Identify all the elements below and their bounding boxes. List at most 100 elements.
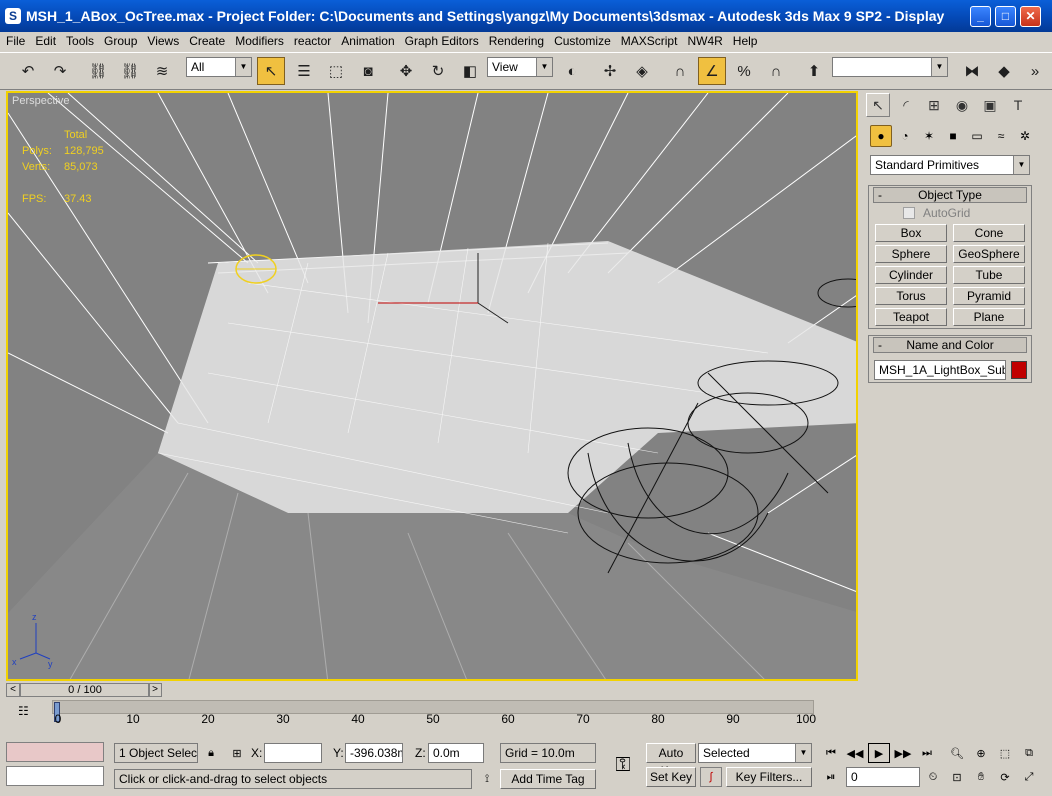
snaps-toggle-icon[interactable]: ∩ bbox=[666, 57, 694, 85]
app-icon[interactable]: S bbox=[5, 8, 21, 24]
helpers-icon[interactable]: ▭ bbox=[966, 125, 988, 147]
named-selection-sets-dropdown[interactable]: ▼ bbox=[832, 57, 948, 77]
zoom-extents-all-icon[interactable]: ⧉ bbox=[1018, 743, 1040, 763]
name-and-color-header[interactable]: - Name and Color bbox=[873, 337, 1027, 353]
play-icon[interactable]: ▶ bbox=[868, 743, 890, 763]
create-tab-icon[interactable]: ↖ bbox=[866, 93, 890, 117]
time-slider-thumb[interactable]: 0 / 100 bbox=[20, 683, 150, 697]
window-crossing-icon[interactable]: ◙ bbox=[354, 57, 382, 85]
menu-help[interactable]: Help bbox=[733, 34, 758, 48]
cameras-icon[interactable]: ■ bbox=[942, 125, 964, 147]
utilities-tab-icon[interactable]: T bbox=[1006, 93, 1030, 117]
menu-group[interactable]: Group bbox=[104, 34, 137, 48]
previous-frame-icon[interactable]: ◀◀ bbox=[844, 743, 866, 763]
open-mini-curve-editor-icon[interactable]: ☷ bbox=[18, 704, 38, 722]
select-and-link-icon[interactable]: ⛓ bbox=[84, 57, 112, 85]
unlink-icon[interactable]: ⛓ bbox=[116, 57, 144, 85]
box-button[interactable]: Box bbox=[875, 224, 947, 242]
set-key-button[interactable]: Set Key bbox=[646, 767, 696, 787]
spinner-snap-icon[interactable]: ∩ bbox=[762, 57, 790, 85]
modify-tab-icon[interactable]: ◜ bbox=[894, 93, 918, 117]
geosphere-button[interactable]: GeoSphere bbox=[953, 245, 1025, 263]
menu-create[interactable]: Create bbox=[189, 34, 225, 48]
menu-modifiers[interactable]: Modifiers bbox=[235, 34, 284, 48]
teapot-button[interactable]: Teapot bbox=[875, 308, 947, 326]
menu-reactor[interactable]: reactor bbox=[294, 34, 331, 48]
select-and-rotate-icon[interactable]: ↻ bbox=[424, 57, 452, 85]
select-and-scale-icon[interactable]: ◧ bbox=[456, 57, 484, 85]
plane-button[interactable]: Plane bbox=[953, 308, 1025, 326]
select-and-manipulate-icon[interactable]: ✢ bbox=[596, 57, 624, 85]
menu-views[interactable]: Views bbox=[147, 34, 179, 48]
selection-lock-icon[interactable]: 🔒︎ bbox=[200, 743, 222, 763]
autogrid-checkbox[interactable]: AutoGrid bbox=[903, 206, 970, 220]
current-frame-field[interactable]: 0 bbox=[846, 767, 920, 787]
time-tag-icon[interactable]: ⟟ bbox=[476, 769, 498, 789]
menu-animation[interactable]: Animation bbox=[341, 34, 394, 48]
torus-button[interactable]: Torus bbox=[875, 287, 947, 305]
add-time-tag-button[interactable]: Add Time Tag bbox=[500, 769, 596, 789]
absolute-mode-icon[interactable]: ⊞ bbox=[226, 743, 248, 763]
pan-view-icon[interactable]: ✋︎ bbox=[970, 767, 992, 787]
sphere-button[interactable]: Sphere bbox=[875, 245, 947, 263]
arc-rotate-icon[interactable]: ⟳ bbox=[994, 767, 1016, 787]
pyramid-button[interactable]: Pyramid bbox=[953, 287, 1025, 305]
percent-snap-icon[interactable]: % bbox=[730, 57, 758, 85]
object-category-dropdown[interactable]: Standard Primitives ▼ bbox=[870, 155, 1030, 175]
viewport-label[interactable]: Perspective bbox=[12, 95, 69, 107]
menu-rendering[interactable]: Rendering bbox=[489, 34, 544, 48]
go-to-start-icon[interactable]: ⏮ bbox=[820, 743, 842, 763]
keyboard-shortcut-override-icon[interactable]: ◈ bbox=[628, 57, 656, 85]
field-of-view-icon[interactable]: ⊡ bbox=[946, 767, 968, 787]
default-in-out-tangent-icon[interactable]: ∫ bbox=[700, 767, 722, 787]
space-warps-icon[interactable]: ≈ bbox=[990, 125, 1012, 147]
redo-icon[interactable]: ↷ bbox=[46, 57, 74, 85]
hierarchy-tab-icon[interactable]: ⊞ bbox=[922, 93, 946, 117]
object-name-field[interactable]: MSH_1A_LightBox_Sub[5] bbox=[874, 360, 1006, 380]
motion-tab-icon[interactable]: ◉ bbox=[950, 93, 974, 117]
zoom-extents-icon[interactable]: ⬚ bbox=[994, 743, 1016, 763]
geometry-icon[interactable]: ● bbox=[870, 125, 892, 147]
track-bar[interactable]: 0 10 20 30 40 50 60 70 80 90 100 bbox=[52, 700, 816, 730]
menu-file[interactable]: File bbox=[6, 34, 25, 48]
undo-icon[interactable]: ↶ bbox=[14, 57, 42, 85]
maxscript-listener-pink[interactable] bbox=[6, 742, 104, 762]
menu-graph-editors[interactable]: Graph Editors bbox=[405, 34, 479, 48]
auto-key-button[interactable]: Auto Key bbox=[646, 743, 696, 778]
object-color-swatch[interactable] bbox=[1011, 361, 1027, 379]
select-and-move-icon[interactable]: ✥ bbox=[392, 57, 420, 85]
align-icon[interactable]: ◆ bbox=[990, 57, 1018, 85]
time-slider-next-button[interactable]: > bbox=[148, 683, 162, 697]
set-key-icon[interactable]: ⚿ bbox=[606, 750, 640, 780]
y-coordinate-field[interactable]: -396.038m bbox=[345, 743, 403, 763]
lights-icon[interactable]: ✶ bbox=[918, 125, 940, 147]
toolbar-more-icon[interactable]: » bbox=[1024, 57, 1046, 85]
menu-tools[interactable]: Tools bbox=[66, 34, 94, 48]
key-mode-toggle-icon[interactable]: ⏯ bbox=[820, 767, 842, 787]
edit-named-selection-icon[interactable]: ⬆ bbox=[800, 57, 828, 85]
zoom-icon[interactable]: 🔍︎ bbox=[946, 743, 968, 763]
maximize-button[interactable]: □ bbox=[995, 6, 1016, 27]
menu-maxscript[interactable]: MAXScript bbox=[621, 34, 678, 48]
pivot-center-icon[interactable]: ◐ bbox=[558, 57, 586, 85]
tube-button[interactable]: Tube bbox=[953, 266, 1025, 284]
systems-icon[interactable]: ✲ bbox=[1014, 125, 1036, 147]
menu-customize[interactable]: Customize bbox=[554, 34, 611, 48]
menu-edit[interactable]: Edit bbox=[35, 34, 56, 48]
key-filters-button[interactable]: Key Filters... bbox=[726, 767, 812, 787]
maxscript-listener-white[interactable] bbox=[6, 766, 104, 786]
select-object-icon[interactable]: ↖ bbox=[257, 57, 285, 85]
zoom-all-icon[interactable]: ⊕ bbox=[970, 743, 992, 763]
next-frame-icon[interactable]: ▶▶ bbox=[892, 743, 914, 763]
cone-button[interactable]: Cone bbox=[953, 224, 1025, 242]
rectangular-selection-icon[interactable]: ⬚ bbox=[322, 57, 350, 85]
close-button[interactable]: ✕ bbox=[1020, 6, 1041, 27]
x-coordinate-field[interactable] bbox=[264, 743, 322, 763]
shapes-icon[interactable]: ◔ bbox=[894, 125, 916, 147]
maximize-viewport-icon[interactable]: ⤢ bbox=[1018, 767, 1040, 787]
minimize-button[interactable]: _ bbox=[970, 6, 991, 27]
z-coordinate-field[interactable]: 0.0m bbox=[428, 743, 484, 763]
cylinder-button[interactable]: Cylinder bbox=[875, 266, 947, 284]
mirror-icon[interactable]: ⧓ bbox=[958, 57, 986, 85]
select-by-name-icon[interactable]: ☰ bbox=[290, 57, 318, 85]
